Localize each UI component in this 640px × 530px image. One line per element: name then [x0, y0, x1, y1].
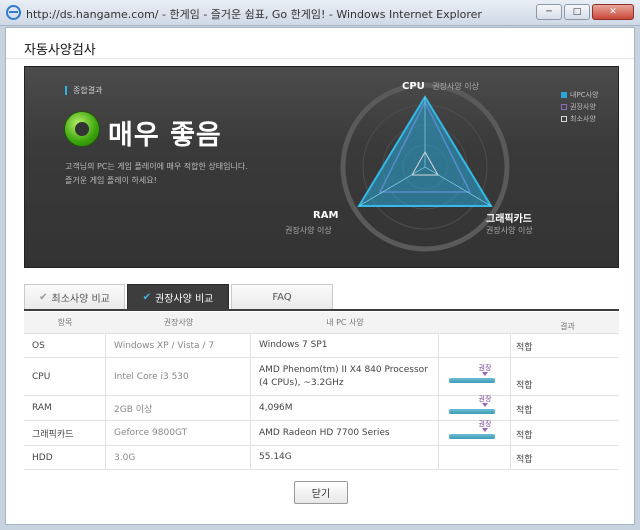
- tab-underline: [24, 309, 619, 311]
- row-item: HDD: [24, 446, 106, 469]
- table-row-gpu: 그래픽카드 Geforce 9800GT AMD Radeon HD 7700 …: [24, 421, 619, 446]
- performance-gauge: 권장: [449, 421, 495, 439]
- window-controls: ─ □ ✕: [536, 4, 634, 20]
- row-result: 적합: [516, 343, 533, 353]
- header-gauge: [439, 312, 511, 333]
- row-gauge-cell: 권장: [439, 421, 511, 445]
- header-recommended: 권장사양: [163, 318, 194, 327]
- maximize-button[interactable]: □: [564, 4, 590, 20]
- row-gauge-empty: [439, 446, 511, 469]
- legend-minimum-swatch: [561, 116, 567, 122]
- row-mine: 55.14G: [251, 446, 439, 469]
- close-window-button[interactable]: ✕: [592, 4, 634, 20]
- result-section-label: 종합결과: [73, 86, 103, 95]
- row-gauge-cell: 권장: [439, 358, 511, 395]
- result-description-line1: 고객님의 PC는 게임 플레이에 매우 적합한 상태입니다.: [65, 162, 248, 171]
- header-my-pc: 내 PC 사양: [326, 318, 364, 327]
- result-description-line2: 즐거운 게임 플레이 하세요!: [65, 176, 157, 185]
- table-header-row: 항목 권장사양 내 PC 사양 결과: [24, 312, 619, 334]
- row-mine: Windows 7 SP1: [251, 334, 439, 357]
- chevron-down-icon: ✔: [39, 292, 48, 303]
- ie-logo-icon: [6, 5, 21, 20]
- close-button[interactable]: 닫기: [294, 481, 348, 504]
- minimize-button[interactable]: ─: [536, 4, 562, 20]
- radar-gpu-status: 권장사양 이상: [486, 226, 533, 235]
- row-result: 적합: [516, 455, 533, 465]
- good-status-icon: [65, 112, 99, 146]
- spec-comparison-table: 항목 권장사양 내 PC 사양 결과 OS Windows XP / Vista…: [24, 312, 619, 470]
- result-panel: 종합결과 매우 좋음 고객님의 PC는 게임 플레이에 매우 적합한 상태입니다…: [24, 66, 619, 268]
- row-mine: AMD Radeon HD 7700 Series: [251, 421, 439, 445]
- row-recommended: 2GB 이상: [106, 396, 251, 420]
- legend-my-pc: 내PC사양: [561, 89, 598, 101]
- row-recommended: Windows XP / Vista / 7: [106, 334, 251, 357]
- row-mine: AMD Phenom(tm) II X4 840 Processor (4 CP…: [251, 358, 439, 395]
- legend-recommended-swatch: [561, 104, 567, 110]
- performance-gauge: 권장: [449, 364, 495, 383]
- radar-cpu-status: 권장사양 이상: [432, 82, 479, 91]
- row-recommended: Geforce 9800GT: [106, 421, 251, 445]
- tab-minimum-compare[interactable]: ✔ 최소사양 비교: [24, 284, 125, 310]
- table-row-os: OS Windows XP / Vista / 7 Windows 7 SP1 …: [24, 334, 619, 358]
- radar-gpu-label: 그래픽카드: [486, 214, 532, 225]
- table-row-hdd: HDD 3.0G 55.14G 적합: [24, 446, 619, 470]
- table-row-cpu: CPU Intel Core i3 530 AMD Phenom(tm) II …: [24, 358, 619, 396]
- row-result: 적합: [516, 431, 533, 441]
- performance-gauge: 권장: [449, 396, 495, 414]
- header-item: 항목: [57, 318, 73, 327]
- row-item: OS: [24, 334, 106, 357]
- row-result: 적합: [516, 406, 533, 416]
- radar-ram-status: 권장사양 이상: [285, 226, 332, 235]
- recommended-marker: 권장: [476, 396, 494, 407]
- recommended-marker: 권장: [476, 364, 494, 376]
- tab-recommended-compare[interactable]: ✔ 권장사양 비교: [127, 284, 229, 310]
- row-item: 그래픽카드: [24, 421, 106, 445]
- chevron-down-icon: ✔: [142, 292, 151, 303]
- legend-my-pc-swatch: [561, 92, 567, 98]
- title-divider: [6, 58, 634, 59]
- header-result: 결과: [560, 322, 575, 331]
- page-title: 자동사양검사: [24, 43, 96, 58]
- row-mine: 4,096M: [251, 396, 439, 420]
- row-gauge-empty: [439, 334, 511, 357]
- window-titlebar: http://ds.hangame.com/ - 한게임 - 즐거운 쉼표, G…: [0, 0, 640, 26]
- radar-cpu-label: CPU 권장사양 이상: [402, 81, 479, 92]
- row-gauge-cell: 권장: [439, 396, 511, 420]
- radar-ram-label: RAM: [313, 210, 339, 221]
- recommended-marker: 권장: [476, 421, 494, 432]
- row-item: RAM: [24, 396, 106, 420]
- row-recommended: Intel Core i3 530: [106, 358, 251, 395]
- window-title: http://ds.hangame.com/ - 한게임 - 즐거운 쉼표, G…: [26, 8, 482, 21]
- row-recommended: 3.0G: [106, 446, 251, 469]
- tab-faq[interactable]: FAQ: [231, 284, 333, 310]
- table-row-ram: RAM 2GB 이상 4,096M 권장 적합: [24, 396, 619, 421]
- radar-legend: 내PC사양 권장사양 최소사양: [561, 89, 598, 125]
- popup-content: 자동사양검사 종합결과 매우 좋음 고객님의 PC는 게임 플레이에 매우 적합…: [5, 27, 635, 525]
- result-verdict: 매우 좋음: [108, 120, 222, 151]
- row-item: CPU: [24, 358, 106, 395]
- spec-radar-chart: [340, 82, 510, 252]
- legend-minimum: 최소사양: [561, 113, 598, 125]
- row-result: 적합: [516, 381, 533, 391]
- legend-recommended: 권장사양: [561, 101, 598, 113]
